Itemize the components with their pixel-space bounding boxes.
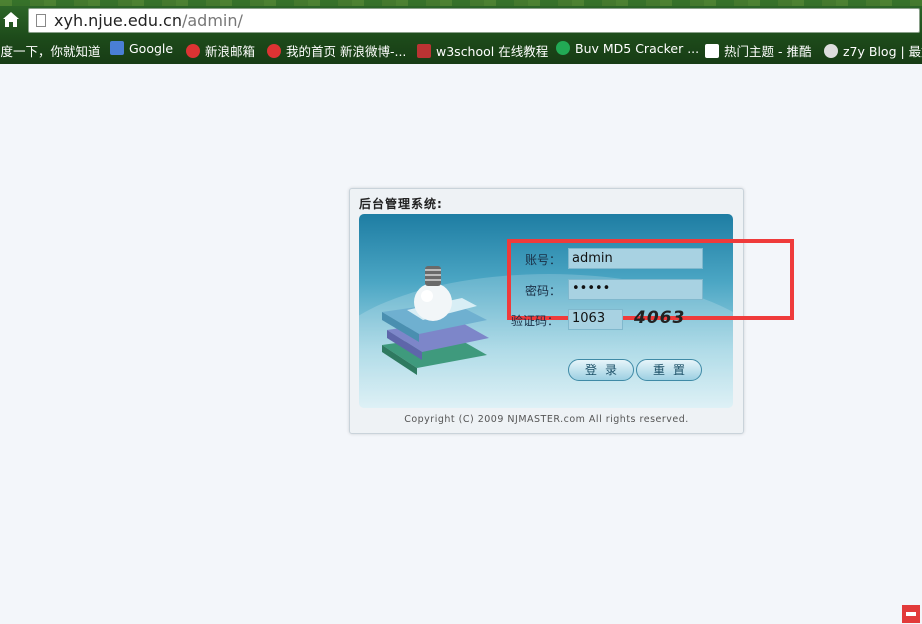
browser-chrome: xyh.njue.edu.cn/admin/ 百度一下，你就知道 Google … bbox=[0, 0, 922, 64]
captcha-image[interactable]: 4063 bbox=[634, 308, 685, 328]
bookmark-weibo[interactable]: 我的首页 新浪微博-... bbox=[267, 41, 406, 60]
bookmark-sina-mail[interactable]: 新浪邮箱 bbox=[186, 41, 255, 60]
username-input[interactable] bbox=[568, 248, 703, 269]
weibo-icon bbox=[267, 44, 281, 58]
url-path: /admin/ bbox=[181, 11, 243, 30]
copyright-text: Copyright (C) 2009 NJMASTER.com All righ… bbox=[404, 414, 689, 425]
login-button[interactable]: 登录 bbox=[568, 359, 634, 381]
password-label: 密码： bbox=[525, 284, 562, 298]
bookmark-blog[interactable]: z7y Blog | 最好 bbox=[824, 41, 922, 60]
bookmark-google[interactable]: Google bbox=[110, 41, 173, 56]
bookmarks-bar: 百度一下，你就知道 Google 新浪邮箱 我的首页 新浪微博-... w3sc… bbox=[0, 40, 922, 60]
page-icon bbox=[36, 14, 46, 27]
password-input[interactable]: ••••• bbox=[568, 279, 703, 300]
bookmark-tuicool[interactable]: 热门主题 - 推酷 bbox=[705, 41, 811, 60]
bookmark-md5[interactable]: Buv MD5 Cracker ... bbox=[556, 41, 699, 56]
reset-button[interactable]: 重置 bbox=[636, 359, 702, 381]
w3school-icon bbox=[417, 44, 431, 58]
google-icon bbox=[110, 41, 124, 55]
address-bar[interactable]: xyh.njue.edu.cn/admin/ bbox=[28, 8, 920, 33]
captcha-input[interactable]: 1063 bbox=[568, 309, 623, 330]
blog-icon bbox=[824, 44, 838, 58]
notification-icon[interactable] bbox=[902, 605, 920, 623]
panel-title: 后台管理系统: bbox=[359, 197, 443, 211]
username-label: 账号： bbox=[525, 253, 562, 267]
bookmark-baidu[interactable]: 百度一下，你就知道 bbox=[0, 41, 101, 60]
tuicool-icon bbox=[705, 44, 719, 58]
md5-icon bbox=[556, 41, 570, 55]
books-bulb-icon bbox=[382, 266, 489, 375]
sina-icon bbox=[186, 44, 200, 58]
captcha-label: 验证码： bbox=[511, 314, 560, 328]
url-host: xyh.njue.edu.cn bbox=[54, 11, 182, 30]
url-text: xyh.njue.edu.cn/admin/ bbox=[54, 11, 243, 30]
bookmark-w3school[interactable]: w3school 在线教程 bbox=[417, 41, 548, 60]
home-icon[interactable] bbox=[2, 11, 20, 29]
